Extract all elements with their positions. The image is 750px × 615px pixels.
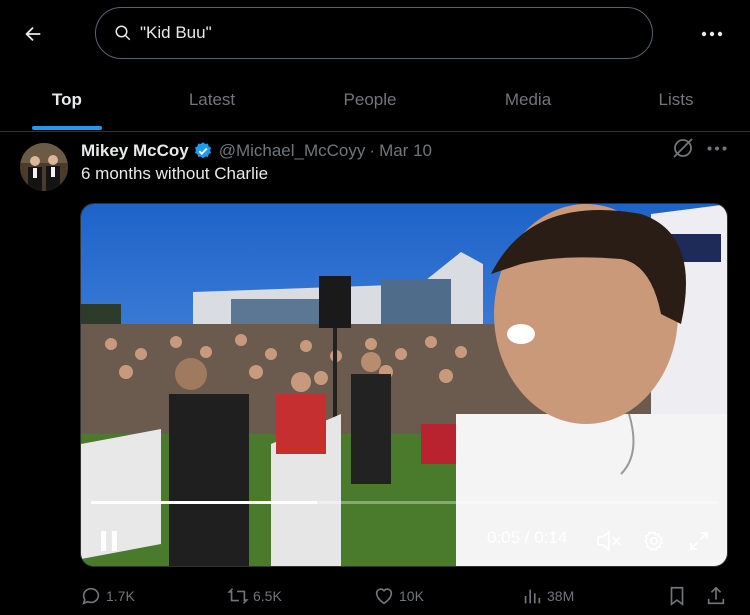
search-icon: [114, 24, 132, 42]
expand-icon: [690, 532, 708, 550]
tab-bar: Top Latest People Media Lists: [0, 68, 750, 132]
post-date[interactable]: Mar 10: [379, 141, 432, 161]
share-icon: [705, 585, 727, 607]
like-button[interactable]: 10K: [373, 581, 424, 611]
gear-icon: [644, 531, 664, 551]
tab-people[interactable]: People: [318, 68, 422, 132]
fullscreen-button[interactable]: [685, 528, 713, 554]
pause-icon: [101, 531, 117, 551]
avatar[interactable]: [20, 143, 68, 191]
search-input[interactable]: [140, 23, 620, 43]
repost-icon: [227, 585, 249, 607]
video-settings-button[interactable]: [640, 528, 668, 554]
video-progress-bar[interactable]: [91, 501, 719, 504]
more-horizontal-icon: [701, 31, 723, 37]
post-text: 6 months without Charlie: [81, 164, 269, 183]
video-frame: [81, 204, 727, 566]
active-tab-indicator: [32, 126, 102, 130]
pause-button[interactable]: [95, 528, 123, 554]
video-time: 0:05 / 0:14: [487, 528, 568, 547]
unmute-button[interactable]: [595, 528, 623, 554]
video-player[interactable]: 0:05 / 0:14: [80, 203, 728, 567]
verified-badge-icon[interactable]: [193, 141, 213, 161]
post-header: Mikey McCoy @Michael_McCoyy · Mar 10: [81, 138, 432, 164]
author-handle[interactable]: @Michael_McCoyy: [219, 141, 366, 161]
reply-count: 1.7K: [106, 588, 135, 604]
views-button[interactable]: 38M: [521, 581, 574, 611]
reply-icon: [80, 585, 102, 607]
view-count: 38M: [547, 588, 575, 604]
grok-icon: [673, 138, 693, 158]
header: Top Latest People Media Lists: [0, 0, 750, 132]
muted-speaker-icon: [597, 530, 621, 552]
more-options-button[interactable]: [694, 17, 730, 51]
back-button[interactable]: [14, 17, 52, 51]
arrow-left-icon: [25, 26, 41, 42]
views-chart-icon: [521, 585, 543, 607]
post-actions: 1.7K 6.5K 10K 38M: [0, 581, 750, 611]
repost-count: 6.5K: [253, 588, 282, 604]
search-bar[interactable]: [95, 7, 653, 59]
repost-button[interactable]: 6.5K: [227, 581, 282, 611]
separator-dot: ·: [369, 141, 376, 160]
bookmark-button[interactable]: [666, 581, 692, 611]
heart-icon: [373, 585, 395, 607]
post-more-button[interactable]: [705, 136, 729, 160]
grok-button[interactable]: [671, 136, 695, 160]
author-name[interactable]: Mikey McCoy: [81, 141, 189, 161]
like-count: 10K: [399, 588, 424, 604]
post[interactable]: Mikey McCoy @Michael_McCoyy · Mar 10 6 m…: [0, 133, 750, 615]
tab-top[interactable]: Top: [32, 68, 102, 132]
video-progress-fill: [91, 501, 318, 504]
tab-latest[interactable]: Latest: [160, 68, 264, 132]
tab-media[interactable]: Media: [476, 68, 580, 132]
tab-lists[interactable]: Lists: [628, 68, 724, 132]
share-button[interactable]: [705, 581, 731, 611]
more-horizontal-icon: [707, 146, 727, 150]
bookmark-icon: [666, 585, 688, 607]
reply-button[interactable]: 1.7K: [80, 581, 135, 611]
